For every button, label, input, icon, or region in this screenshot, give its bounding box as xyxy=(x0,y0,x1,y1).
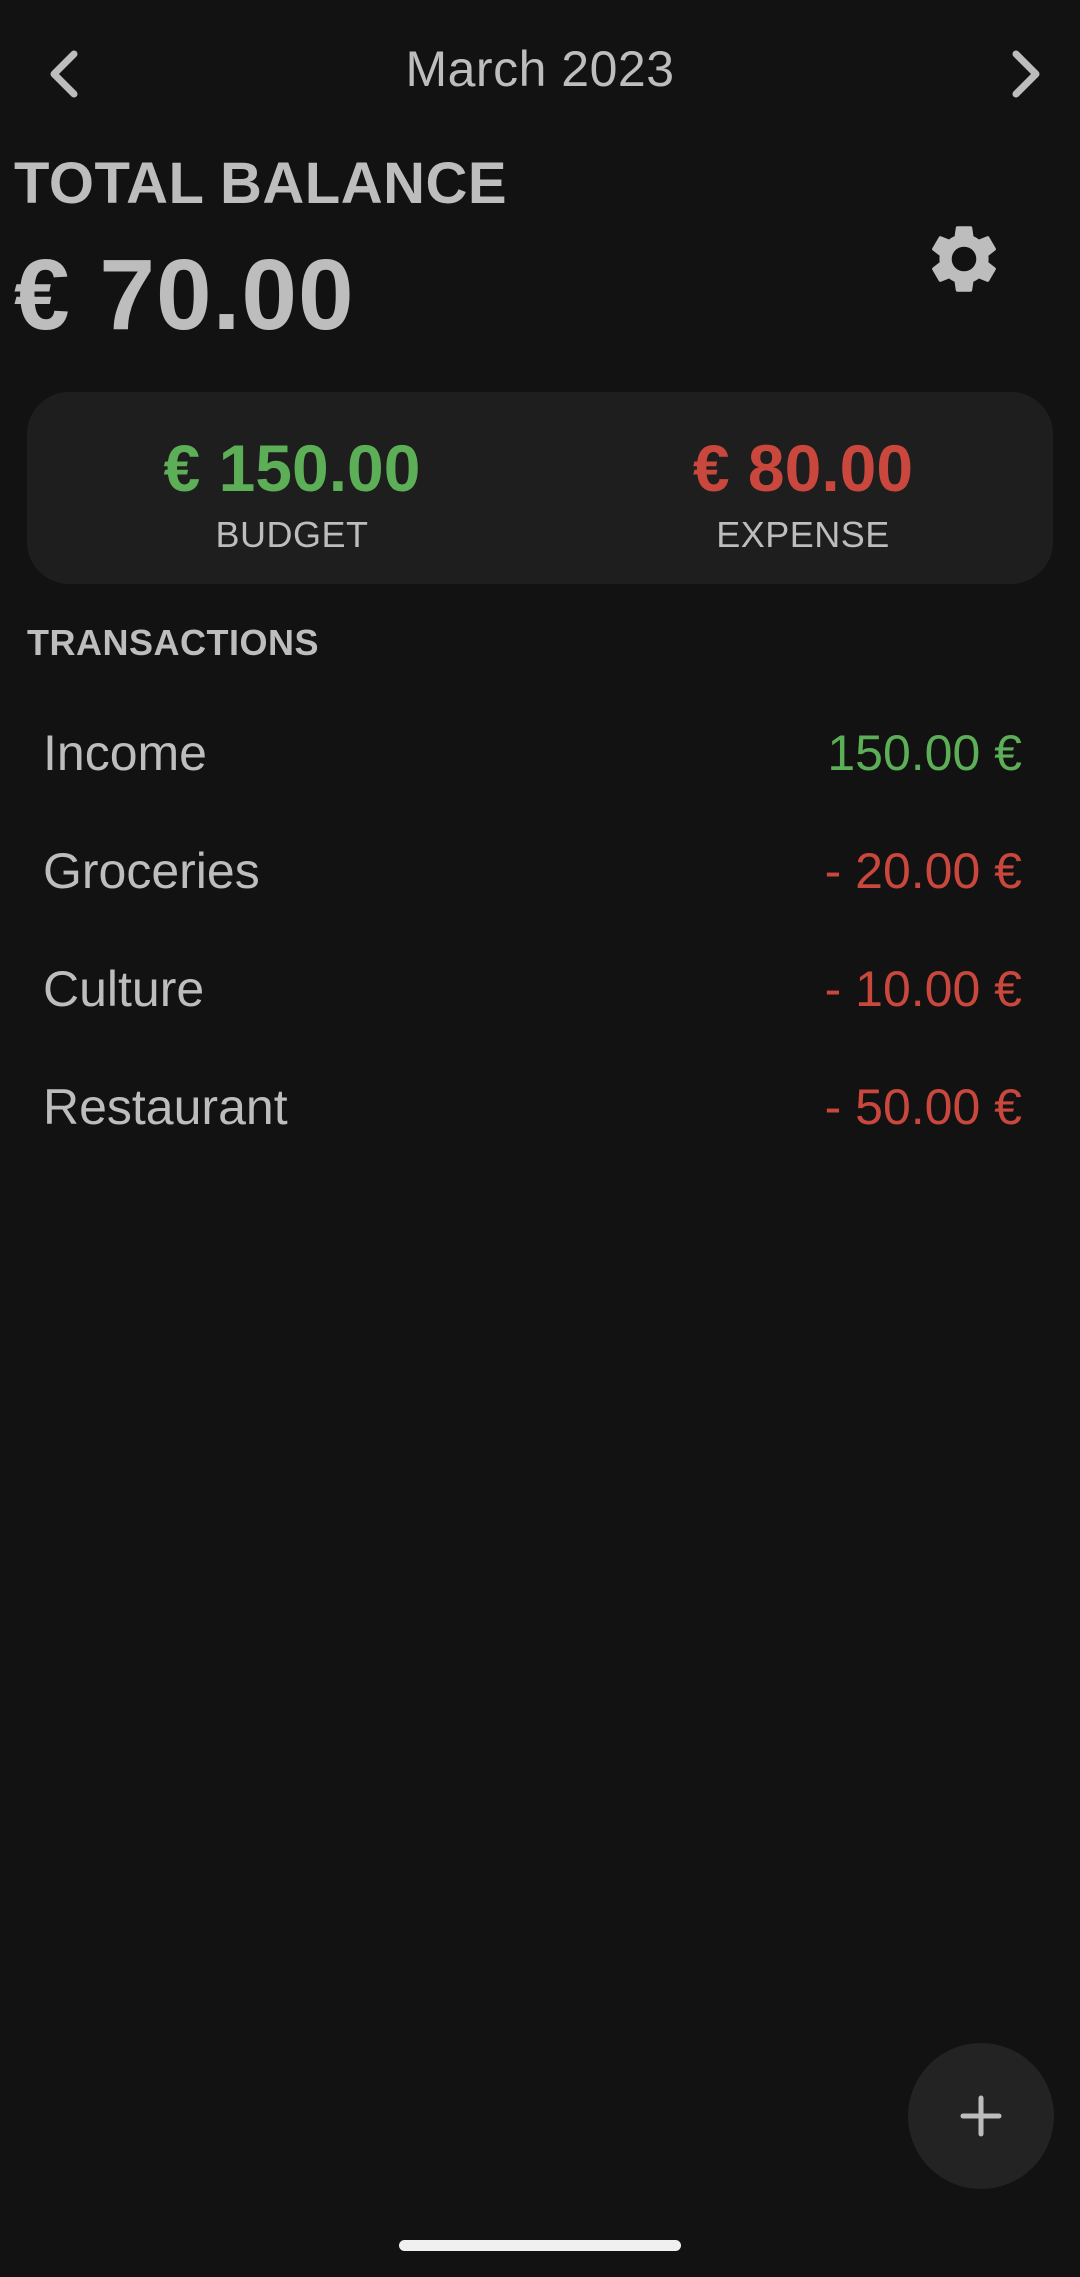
month-header: March 2023 xyxy=(0,0,1080,145)
add-transaction-button[interactable] xyxy=(908,2043,1054,2189)
transaction-name: Income xyxy=(43,725,207,781)
gear-icon xyxy=(932,226,996,292)
transaction-name: Groceries xyxy=(43,843,260,899)
transaction-amount: 150.00 € xyxy=(827,725,1022,781)
home-indicator[interactable] xyxy=(399,2240,681,2251)
transactions-title: TRANSACTIONS xyxy=(27,622,319,663)
transaction-row-income[interactable]: Income 150.00 € xyxy=(0,694,1080,812)
next-month-button[interactable] xyxy=(986,34,1066,114)
chevron-right-icon xyxy=(1012,50,1040,98)
transaction-name: Restaurant xyxy=(43,1079,288,1135)
transaction-row-restaurant[interactable]: Restaurant - 50.00 € xyxy=(0,1048,1080,1166)
transaction-row-culture[interactable]: Culture - 10.00 € xyxy=(0,930,1080,1048)
transactions-list: Income 150.00 € Groceries - 20.00 € Cult… xyxy=(0,694,1080,1166)
settings-button[interactable] xyxy=(915,210,1013,308)
expense-summary: € 80.00 EXPENSE xyxy=(553,392,1053,584)
transaction-name: Culture xyxy=(43,961,205,1017)
expense-caption: EXPENSE xyxy=(716,514,890,555)
transaction-amount: - 20.00 € xyxy=(824,843,1022,899)
plus-icon xyxy=(960,2095,1002,2137)
month-title: March 2023 xyxy=(405,41,675,97)
total-balance-label: TOTAL BALANCE xyxy=(14,151,508,216)
summary-card: € 150.00 BUDGET € 80.00 EXPENSE xyxy=(27,392,1053,584)
transaction-amount: - 10.00 € xyxy=(824,961,1022,1017)
expense-value: € 80.00 xyxy=(692,431,914,505)
budget-value: € 150.00 xyxy=(163,431,421,505)
total-balance-amount: € 70.00 xyxy=(14,239,355,351)
budget-summary: € 150.00 BUDGET xyxy=(27,392,557,584)
transaction-row-groceries[interactable]: Groceries - 20.00 € xyxy=(0,812,1080,930)
transaction-amount: - 50.00 € xyxy=(824,1079,1022,1135)
budget-caption: BUDGET xyxy=(215,514,369,555)
